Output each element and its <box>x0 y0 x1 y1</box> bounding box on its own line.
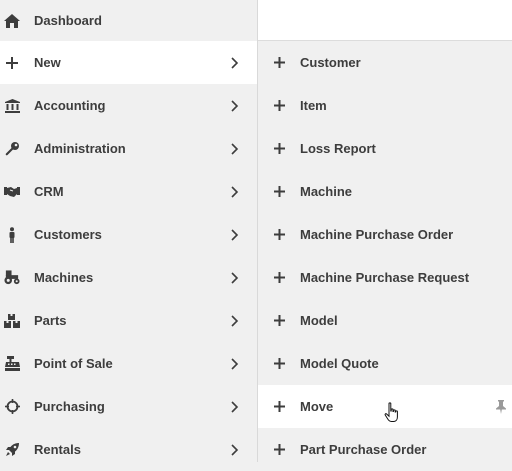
submenu-item-model-quote[interactable]: Model Quote <box>258 342 512 385</box>
menu-item-label: New <box>34 55 61 70</box>
chevron-right-icon <box>231 357 239 370</box>
menu-item-label: Customers <box>34 227 102 242</box>
plus-icon <box>271 313 287 329</box>
tractor-icon <box>4 270 20 286</box>
plus-icon <box>271 356 287 372</box>
menu-item-rentals[interactable]: Rentals <box>0 428 257 471</box>
submenu-item-label: Part Purchase Order <box>300 442 427 457</box>
menu-item-point-of-sale[interactable]: Point of Sale <box>0 342 257 385</box>
chevron-right-icon <box>231 142 239 155</box>
plus-icon <box>271 227 287 243</box>
person-icon <box>4 226 20 243</box>
submenu-header <box>258 0 512 41</box>
chevron-right-icon <box>231 228 239 241</box>
submenu-item-label: Loss Report <box>300 141 376 156</box>
chevron-right-icon <box>231 271 239 284</box>
submenu-item-label: Machine Purchase Order <box>300 227 454 242</box>
crosshairs-icon <box>4 399 20 415</box>
submenu-item-label: Move <box>300 399 334 414</box>
submenu-item-label: Machine <box>300 184 353 199</box>
menu-item-label: Administration <box>34 141 126 156</box>
menu-item-parts[interactable]: Parts <box>0 299 257 342</box>
boxes-icon <box>4 313 20 329</box>
main-menu: Dashboard New Accounting Administration … <box>0 0 257 462</box>
menu-item-label: Accounting <box>34 98 106 113</box>
submenu-item-label: Item <box>300 98 327 113</box>
menu-item-label: Point of Sale <box>34 356 113 371</box>
chevron-right-icon <box>231 99 239 112</box>
submenu-item-label: Machine Purchase Request <box>300 270 470 285</box>
menu-item-customers[interactable]: Customers <box>0 213 257 256</box>
submenu-item-machine-purchase-order[interactable]: Machine Purchase Order <box>258 213 512 256</box>
submenu-item-machine[interactable]: Machine <box>258 170 512 213</box>
menu-item-crm[interactable]: CRM <box>0 170 257 213</box>
wrench-icon <box>4 141 20 157</box>
menu-item-label: CRM <box>34 184 64 199</box>
plus-icon <box>271 184 287 200</box>
rocket-icon <box>4 442 20 458</box>
menu-item-purchasing[interactable]: Purchasing <box>0 385 257 428</box>
chevron-right-icon <box>231 400 239 413</box>
menu-item-label: Rentals <box>34 442 81 457</box>
submenu-item-loss-report[interactable]: Loss Report <box>258 127 512 170</box>
chevron-right-icon <box>231 185 239 198</box>
submenu-item-label: Customer <box>300 55 361 70</box>
submenu-item-model[interactable]: Model <box>258 299 512 342</box>
menu-item-accounting[interactable]: Accounting <box>0 84 257 127</box>
hand-cursor-icon <box>384 402 398 422</box>
menu-item-dashboard[interactable]: Dashboard <box>0 0 257 41</box>
menu-item-new[interactable]: New <box>0 41 257 84</box>
submenu-item-customer[interactable]: Customer <box>258 41 512 84</box>
chevron-right-icon <box>231 314 239 327</box>
home-icon <box>4 13 20 29</box>
submenu-item-machine-purchase-request[interactable]: Machine Purchase Request <box>258 256 512 299</box>
plus-icon <box>4 55 20 71</box>
plus-icon <box>271 141 287 157</box>
submenu-item-label: Model <box>300 313 338 328</box>
submenu-item-item[interactable]: Item <box>258 84 512 127</box>
handshake-icon <box>4 184 20 200</box>
chevron-right-icon <box>231 443 239 456</box>
menu-item-label: Dashboard <box>34 13 102 28</box>
menu-item-label: Machines <box>34 270 94 285</box>
submenu-item-part-purchase-order[interactable]: Part Purchase Order <box>258 428 512 471</box>
menu-item-label: Parts <box>34 313 67 328</box>
menu-item-machines[interactable]: Machines <box>0 256 257 299</box>
cash-register-icon <box>4 356 20 372</box>
plus-icon <box>271 55 287 71</box>
plus-icon <box>271 270 287 286</box>
menu-item-administration[interactable]: Administration <box>0 127 257 170</box>
plus-icon <box>271 98 287 114</box>
pin-icon[interactable] <box>495 399 507 414</box>
submenu-item-label: Model Quote <box>300 356 379 371</box>
plus-icon <box>271 442 287 458</box>
menu-item-label: Purchasing <box>34 399 105 414</box>
submenu-new: Customer Item Loss Report Machine Machin… <box>258 0 512 462</box>
bank-icon <box>4 98 20 114</box>
chevron-right-icon <box>231 56 239 69</box>
plus-icon <box>271 399 287 415</box>
